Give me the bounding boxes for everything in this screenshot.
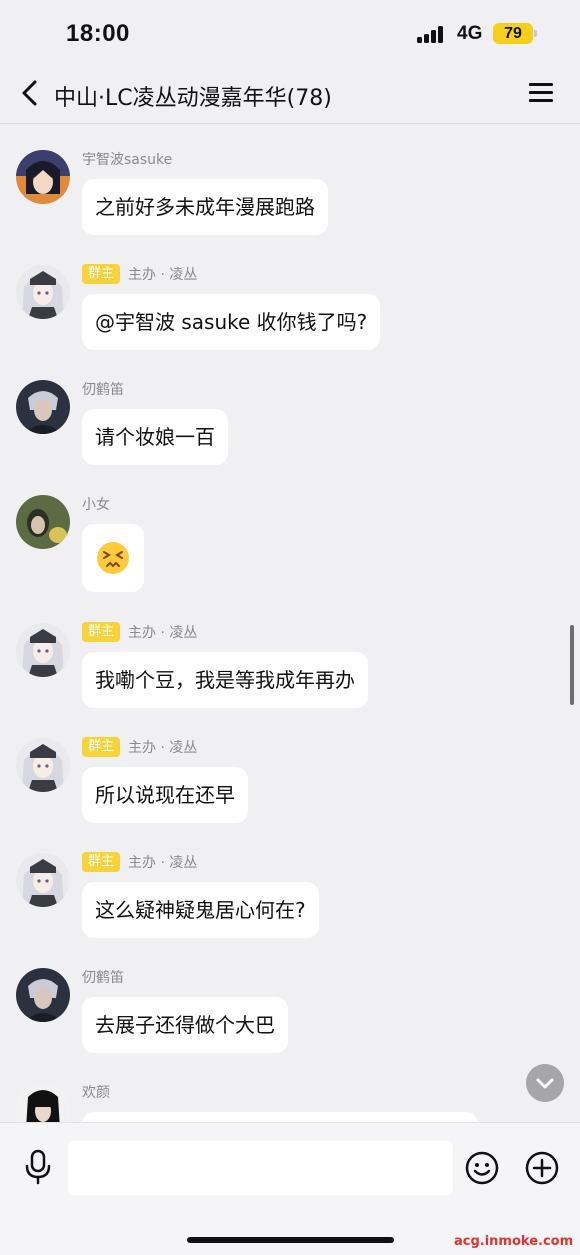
network-type: 4G xyxy=(457,23,483,44)
smiley-icon[interactable] xyxy=(465,1151,499,1185)
avatar[interactable] xyxy=(16,623,70,677)
sender-name: 欢颜 xyxy=(82,1085,110,1101)
sender-name: 仞鹤笛 xyxy=(82,382,124,398)
chat-title: 中山·LC凌丛动漫嘉年华(78) xyxy=(54,86,332,111)
avatar[interactable] xyxy=(16,738,70,792)
avatar[interactable] xyxy=(16,968,70,1022)
nav-bar: 中山·LC凌丛动漫嘉年华(78) xyxy=(0,66,580,124)
battery-tip xyxy=(534,30,537,37)
avatar[interactable] xyxy=(16,1083,70,1122)
home-indicator[interactable] xyxy=(187,1237,394,1243)
scroll-indicator[interactable] xyxy=(570,625,574,705)
message-bubble[interactable]: 我嘞个豆，我是等我成年再办 xyxy=(82,652,368,708)
microphone-icon[interactable] xyxy=(22,1149,54,1185)
sender-line: 群主 主办 · 凌丛 xyxy=(82,263,197,285)
message-bubble[interactable]: 之前好多未成年漫展跑路 xyxy=(82,179,328,235)
status-bar: 18:00 4G 79 xyxy=(0,0,580,66)
message-bubble[interactable]: @宇智波 sasuke 收你钱了吗? xyxy=(82,294,381,350)
sender-line: 仞鹤笛 xyxy=(82,966,124,988)
group-owner-badge: 群主 xyxy=(82,264,121,284)
sender-line: 群主 主办 · 凌丛 xyxy=(82,736,197,758)
avatar[interactable] xyxy=(16,853,70,907)
message-bubble[interactable]: 去展子还得做个大巴 xyxy=(82,997,288,1053)
scroll-down-icon[interactable] xyxy=(526,1064,564,1102)
sender-name: 仞鹤笛 xyxy=(82,970,124,986)
chevron-left-icon[interactable] xyxy=(18,78,44,108)
battery-icon: 79 xyxy=(493,23,533,44)
message-bubble[interactable]: 所以说现在还早 xyxy=(82,767,248,823)
message-list[interactable]: 宇智波sasuke 之前好多未成年漫展跑路 群主 主办 · 凌丛 @宇智波 sa… xyxy=(0,124,580,1122)
avatar[interactable] xyxy=(16,380,70,434)
sender-line: 宇智波sasuke xyxy=(82,148,172,170)
sender-name: 主办 · 凌丛 xyxy=(128,267,198,283)
sender-line: 欢颜 xyxy=(82,1081,110,1103)
sender-line: 群主 主办 · 凌丛 xyxy=(82,621,197,643)
plus-circle-icon[interactable] xyxy=(525,1151,559,1185)
sender-name: 宇智波sasuke xyxy=(82,152,173,168)
confounded-face-icon xyxy=(97,542,129,574)
group-owner-badge: 群主 xyxy=(82,852,121,872)
sender-line: 仞鹤笛 xyxy=(82,378,124,400)
sender-name: 主办 · 凌丛 xyxy=(128,740,198,756)
hamburger-menu-icon[interactable] xyxy=(529,83,553,103)
avatar[interactable] xyxy=(16,150,70,204)
sender-name: 小女 xyxy=(82,497,110,513)
message-bubble[interactable]: 这么疑神疑鬼居心何在? xyxy=(82,882,319,938)
avatar[interactable] xyxy=(16,495,70,549)
cellular-signal-icon xyxy=(417,25,445,43)
sender-line: 小女 xyxy=(82,493,110,515)
watermark: acg.inmoke.com xyxy=(454,1234,574,1249)
sender-name: 主办 · 凌丛 xyxy=(128,625,198,641)
group-owner-badge: 群主 xyxy=(82,737,121,757)
group-owner-badge: 群主 xyxy=(82,622,121,642)
message-input[interactable] xyxy=(68,1141,453,1195)
message-bubble[interactable] xyxy=(82,524,144,592)
status-time: 18:00 xyxy=(66,20,130,47)
sender-name: 主办 · 凌丛 xyxy=(128,855,198,871)
message-bubble[interactable]: 请个妆娘一百 xyxy=(82,409,228,465)
avatar[interactable] xyxy=(16,265,70,319)
sender-line: 群主 主办 · 凌丛 xyxy=(82,851,197,873)
message-bubble[interactable] xyxy=(82,1112,478,1122)
